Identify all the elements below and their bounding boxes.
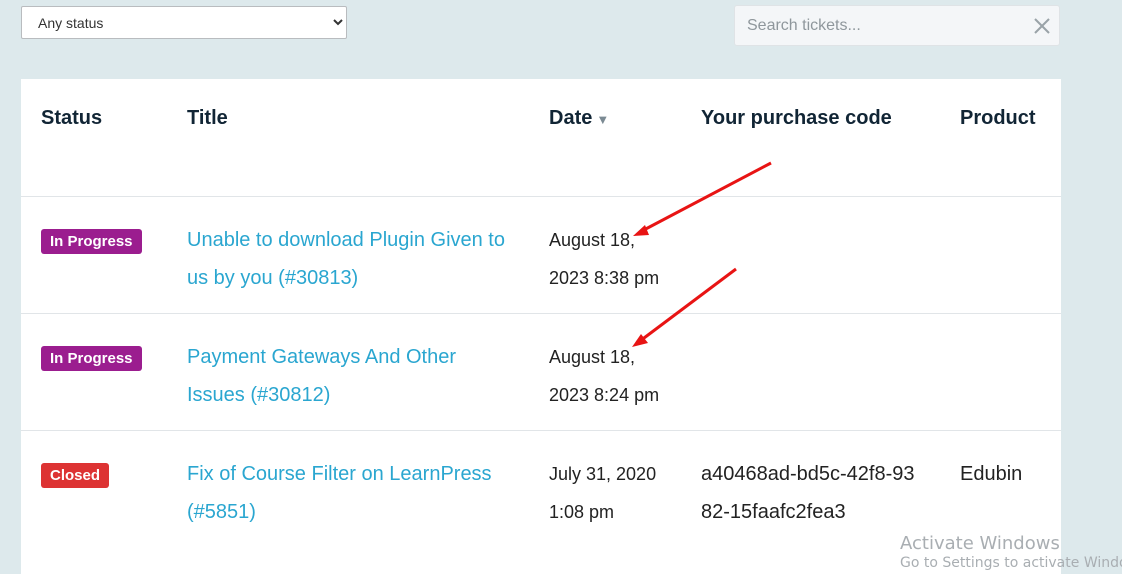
table-header-row: Status Title Date ▼ Your purchase code Pr… xyxy=(21,79,1061,196)
column-header-status[interactable]: Status xyxy=(21,79,167,196)
ticket-date: August 18, 2023 8:24 pm xyxy=(549,346,660,405)
status-filter-select[interactable]: Any status xyxy=(21,6,347,39)
close-icon[interactable] xyxy=(1031,15,1053,37)
column-header-purchase-code[interactable]: Your purchase code xyxy=(681,79,940,196)
column-header-date[interactable]: Date ▼ xyxy=(529,79,681,196)
ticket-title-link[interactable]: Payment Gateways And Other Issues (#3081… xyxy=(187,346,456,406)
ticket-date: July 31, 2020 1:08 pm xyxy=(549,463,657,522)
search-box[interactable] xyxy=(734,5,1060,46)
column-header-product[interactable]: Product xyxy=(940,79,1061,196)
purchase-code: a40468ad-bd5c-42f8-9382-15faafc2fea3 xyxy=(701,462,915,523)
ticket-title-link[interactable]: Unable to download Plugin Given to us by… xyxy=(187,229,505,289)
table-row[interactable]: In Progress Unable to download Plugin Gi… xyxy=(21,196,1061,313)
status-badge: In Progress xyxy=(41,345,142,371)
status-badge: Closed xyxy=(41,462,110,488)
status-badge: In Progress xyxy=(41,228,142,254)
tickets-panel: Status Title Date ▼ Your purchase code Pr… xyxy=(21,79,1061,574)
ticket-title-link[interactable]: Fix of Course Filter on LearnPress (#585… xyxy=(187,463,492,523)
table-row[interactable]: Closed Fix of Course Filter on LearnPres… xyxy=(21,430,1061,547)
product-name: Edubin xyxy=(960,462,1023,485)
column-header-title[interactable]: Title xyxy=(167,79,529,196)
table-row[interactable]: In Progress Payment Gateways And Other I… xyxy=(21,313,1061,430)
sort-down-icon[interactable]: ▼ xyxy=(596,112,609,127)
ticket-date: August 18, 2023 8:38 pm xyxy=(549,229,660,288)
tickets-table: Status Title Date ▼ Your purchase code Pr… xyxy=(21,79,1061,547)
search-input[interactable] xyxy=(735,6,1015,45)
